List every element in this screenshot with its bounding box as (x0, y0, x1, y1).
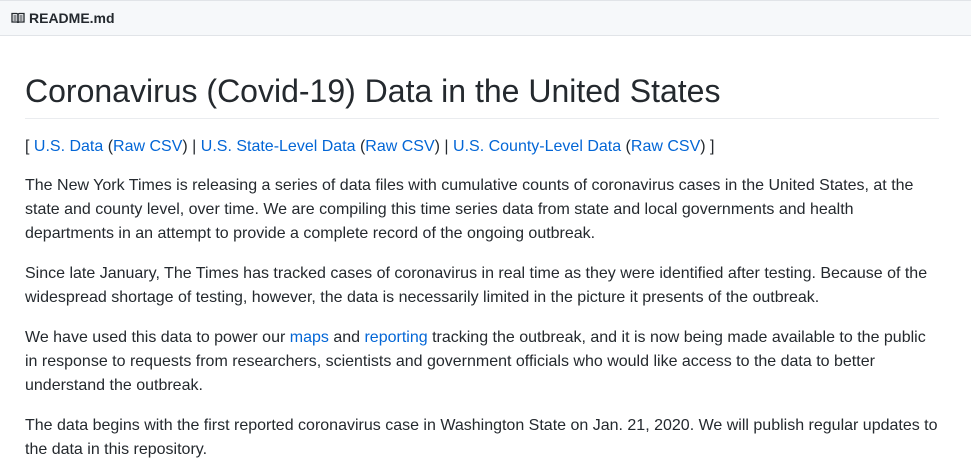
county-data-link[interactable]: U.S. County-Level Data (453, 138, 621, 155)
reporting-link[interactable]: reporting (364, 329, 427, 346)
data-begins-paragraph: The data begins with the first reported … (25, 417, 938, 458)
state-raw-csv-link[interactable]: Raw CSV (365, 138, 434, 155)
state-data-link[interactable]: U.S. State-Level Data (201, 138, 356, 155)
paren: ( (621, 138, 631, 155)
us-data-link[interactable]: U.S. Data (34, 138, 103, 155)
paren: ( (103, 138, 114, 155)
us-raw-csv-link[interactable]: Raw CSV (113, 138, 182, 155)
tracking-paragraph: Since late January, The Times has tracke… (25, 265, 928, 306)
paren: ( (355, 138, 366, 155)
book-icon (10, 10, 26, 26)
separator: ) | (182, 138, 201, 155)
bracket-close: ) ] (700, 138, 715, 155)
maps-link[interactable]: maps (290, 329, 329, 346)
usage-paragraph: We have used this data to power our maps… (25, 329, 926, 394)
readme-content: Coronavirus (Covid-19) Data in the Unite… (25, 36, 939, 462)
separator: ) | (434, 138, 454, 155)
data-links-line: [ U.S. Data (Raw CSV) | U.S. State-Level… (25, 135, 939, 159)
readme-filename-link[interactable]: README.md (29, 10, 115, 26)
county-raw-csv-link[interactable]: Raw CSV (631, 138, 700, 155)
readme-file-header: README.md (0, 0, 971, 36)
readme-title: Coronavirus (Covid-19) Data in the Unite… (25, 36, 939, 119)
intro-paragraph: The New York Times is releasing a series… (25, 177, 914, 242)
bracket-open: [ (25, 138, 34, 155)
